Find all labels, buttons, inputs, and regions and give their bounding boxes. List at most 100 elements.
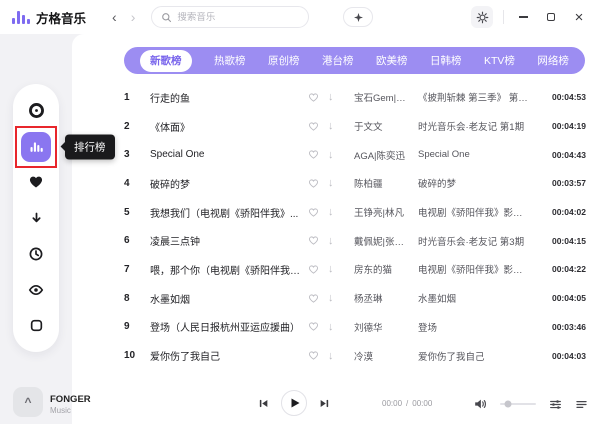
sidebar-item-ranking[interactable]: 排行榜 bbox=[21, 132, 51, 162]
like-icon[interactable] bbox=[308, 235, 328, 246]
song-album: 登场 bbox=[418, 320, 538, 334]
volume-slider-knob[interactable] bbox=[505, 401, 512, 408]
player-bar: ^ FONGER Music 00:00 / 00:00 bbox=[0, 380, 600, 424]
song-artist: 陈柏疆 bbox=[354, 176, 418, 190]
song-artist: 宝石Gem|李... bbox=[354, 90, 418, 104]
like-icon[interactable] bbox=[308, 293, 328, 304]
sound-effect-button[interactable] bbox=[343, 7, 373, 27]
song-duration: 00:04:53 bbox=[538, 92, 586, 102]
song-row[interactable]: 2 《体面》 ↓ 于文文 时光音乐会·老友记 第1期 00:04:19 bbox=[72, 112, 600, 141]
square-icon bbox=[29, 318, 44, 333]
download-icon[interactable]: ↓ bbox=[328, 120, 354, 132]
song-title: 登场（人民日报杭州亚运应援曲） bbox=[150, 319, 308, 334]
sidebar-item-history[interactable] bbox=[21, 239, 51, 269]
download-icon[interactable]: ↓ bbox=[328, 263, 354, 275]
chart-tab[interactable]: 原创榜 bbox=[268, 53, 300, 68]
sidebar-item-downloads[interactable] bbox=[21, 203, 51, 233]
song-title: 行走的鱼 bbox=[150, 90, 308, 105]
song-row[interactable]: 8 水墨如烟 ↓ 杨丞琳 水墨如烟 00:04:05 bbox=[72, 284, 600, 313]
time-display: 00:00 / 00:00 bbox=[382, 399, 432, 408]
like-icon[interactable] bbox=[308, 207, 328, 218]
song-artist: 戴佩妮|张韶涵 bbox=[354, 234, 418, 248]
song-artist: 冷漠 bbox=[354, 349, 418, 363]
minimize-button[interactable] bbox=[514, 8, 532, 26]
playlist-button[interactable] bbox=[575, 398, 588, 411]
song-index: 9 bbox=[124, 321, 150, 332]
search-box[interactable] bbox=[151, 6, 309, 28]
download-icon[interactable]: ↓ bbox=[328, 292, 354, 304]
app-title: 方格音乐 bbox=[36, 8, 86, 27]
search-icon bbox=[161, 12, 172, 23]
back-button[interactable]: ‹ bbox=[112, 10, 117, 24]
previous-button[interactable] bbox=[258, 398, 269, 409]
like-icon[interactable] bbox=[308, 264, 328, 275]
download-icon[interactable]: ↓ bbox=[328, 235, 354, 247]
song-row[interactable]: 9 登场（人民日报杭州亚运应援曲） ↓ 刘德华 登场 00:03:46 bbox=[72, 313, 600, 342]
sidebar-item-music[interactable] bbox=[21, 96, 51, 126]
like-icon[interactable] bbox=[308, 92, 328, 103]
download-arrow-icon bbox=[29, 211, 44, 226]
song-album: 破碎的梦 bbox=[418, 176, 538, 190]
chart-tabbar: 新歌榜 热歌榜 原创榜 港台榜 欧美榜 日韩榜 KTV榜 网络榜 bbox=[124, 47, 585, 74]
song-row[interactable]: 3 Special One ↓ AGA|陈奕迅 Special One 00:0… bbox=[72, 140, 600, 169]
download-icon[interactable]: ↓ bbox=[328, 149, 354, 161]
song-index: 5 bbox=[124, 207, 150, 218]
download-icon[interactable]: ↓ bbox=[328, 91, 354, 103]
song-row[interactable]: 4 破碎的梦 ↓ 陈柏疆 破碎的梦 00:03:57 bbox=[72, 169, 600, 198]
spark-icon bbox=[353, 12, 364, 23]
play-button[interactable] bbox=[281, 390, 307, 416]
player-cover[interactable]: ^ bbox=[13, 387, 43, 417]
volume-slider[interactable] bbox=[500, 403, 536, 405]
next-button[interactable] bbox=[319, 398, 330, 409]
chart-tab[interactable]: 欧美榜 bbox=[376, 53, 408, 68]
gear-icon bbox=[476, 11, 489, 24]
maximize-button[interactable] bbox=[542, 8, 560, 26]
settings-button[interactable] bbox=[471, 6, 493, 28]
song-duration: 00:04:22 bbox=[538, 264, 586, 274]
chart-tab[interactable]: 港台榜 bbox=[322, 53, 354, 68]
song-duration: 00:04:15 bbox=[538, 236, 586, 246]
search-input[interactable] bbox=[177, 12, 299, 23]
song-row[interactable]: 1 行走的鱼 ↓ 宝石Gem|李... 《披荆斩棘 第三季》 第4期 00:04… bbox=[72, 83, 600, 112]
song-duration: 00:04:02 bbox=[538, 207, 586, 217]
download-icon[interactable]: ↓ bbox=[328, 350, 354, 362]
chart-tab[interactable]: 日韩榜 bbox=[430, 53, 462, 68]
close-button[interactable]: × bbox=[570, 8, 588, 26]
song-duration: 00:03:57 bbox=[538, 178, 586, 188]
sidebar-item-favorites[interactable] bbox=[21, 167, 51, 197]
forward-button[interactable]: › bbox=[131, 10, 136, 24]
sidebar: 排行榜 bbox=[0, 34, 72, 424]
song-title: 《体面》 bbox=[150, 119, 308, 134]
song-row[interactable]: 6 凌晨三点钟 ↓ 戴佩妮|张韶涵 时光音乐会·老友记 第3期 00:04:15 bbox=[72, 226, 600, 255]
sidebar-nav: 排行榜 bbox=[13, 84, 59, 352]
song-artist: 房东的猫 bbox=[354, 262, 418, 276]
window-controls: × bbox=[471, 6, 588, 28]
sidebar-item-mv[interactable] bbox=[21, 275, 51, 305]
player-meta: FONGER Music bbox=[50, 394, 91, 415]
song-index: 2 bbox=[124, 121, 150, 132]
playback-controls bbox=[258, 390, 330, 416]
chart-tab[interactable]: 网络榜 bbox=[537, 53, 569, 68]
chart-tab[interactable]: 新歌榜 bbox=[140, 50, 192, 72]
disc-icon bbox=[28, 102, 45, 119]
download-icon[interactable]: ↓ bbox=[328, 177, 354, 189]
song-row[interactable]: 10 爱你伤了我自己 ↓ 冷漠 爱你伤了我自己 00:04:03 bbox=[72, 341, 600, 370]
song-album: 电视剧《骄阳伴我》影视原声大碟 bbox=[418, 262, 538, 276]
like-icon[interactable] bbox=[308, 149, 328, 160]
download-icon[interactable]: ↓ bbox=[328, 321, 354, 333]
song-title: 我想我们（电视剧《骄阳伴我》... bbox=[150, 205, 308, 220]
sidebar-item-plugins[interactable] bbox=[21, 310, 51, 340]
like-icon[interactable] bbox=[308, 350, 328, 361]
volume-button[interactable] bbox=[473, 397, 487, 411]
song-row[interactable]: 5 我想我们（电视剧《骄阳伴我》... ↓ 王铮亮|林凡 电视剧《骄阳伴我》影视… bbox=[72, 198, 600, 227]
like-icon[interactable] bbox=[308, 321, 328, 332]
chart-tab[interactable]: 热歌榜 bbox=[214, 53, 246, 68]
song-row[interactable]: 7 喂，那个你（电视剧《骄阳伴我》... ↓ 房东的猫 电视剧《骄阳伴我》影视原… bbox=[72, 255, 600, 284]
equalizer-button[interactable] bbox=[549, 398, 562, 411]
like-icon[interactable] bbox=[308, 178, 328, 189]
song-album: 时光音乐会·老友记 第1期 bbox=[418, 119, 538, 133]
download-icon[interactable]: ↓ bbox=[328, 206, 354, 218]
like-icon[interactable] bbox=[308, 121, 328, 132]
song-duration: 00:04:03 bbox=[538, 351, 586, 361]
chart-tab[interactable]: KTV榜 bbox=[484, 53, 515, 68]
